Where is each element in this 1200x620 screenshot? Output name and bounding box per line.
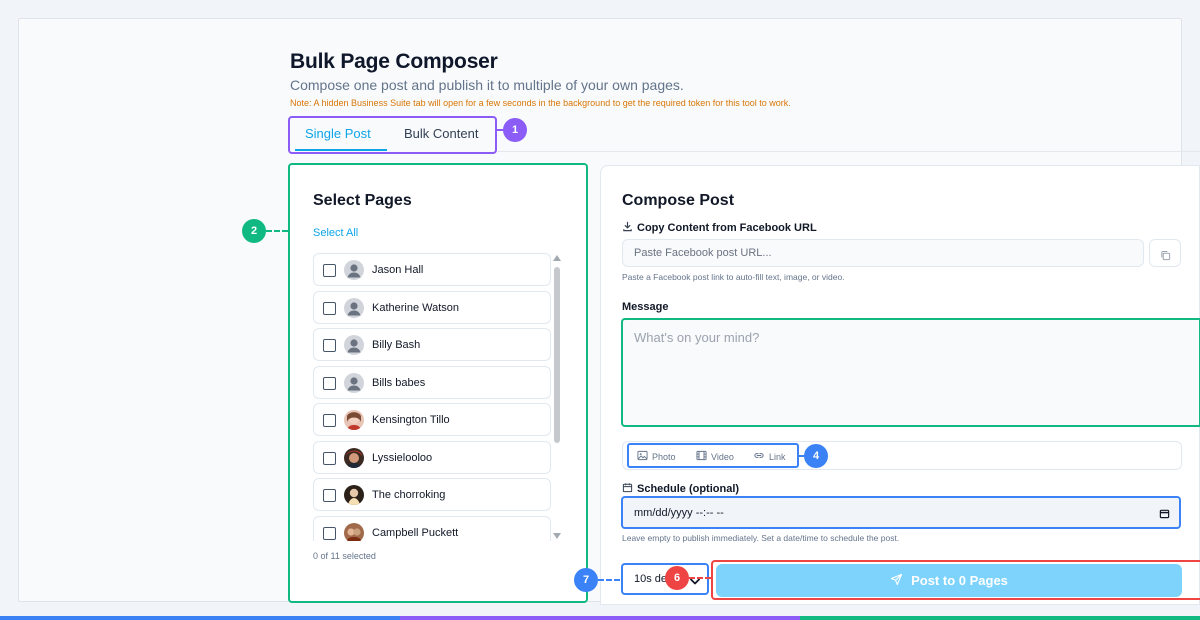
page-name: Jason Hall [372, 264, 424, 276]
page-name: Kensington Tillo [372, 414, 450, 426]
marker-connector-4 [798, 455, 806, 457]
avatar-photo [344, 447, 364, 468]
selected-count: 0 of 11 selected [313, 551, 376, 561]
message-label: Message [622, 301, 669, 313]
download-icon [622, 221, 633, 235]
compose-post-panel: Compose Post Copy Content from Facebook … [600, 165, 1200, 605]
person-icon [344, 297, 364, 318]
page-name: Katherine Watson [372, 301, 460, 314]
scroll-up-arrow-icon[interactable] [553, 255, 561, 261]
page-item[interactable]: Bills babes [313, 365, 551, 399]
schedule-hint: Leave empty to publish immediately. Set … [622, 533, 900, 543]
photo-icon [637, 450, 648, 463]
page-checkbox[interactable] [323, 301, 336, 315]
active-tab-indicator [295, 149, 387, 151]
page-item[interactable]: Lyssielooloo [313, 440, 551, 474]
page-list-scrollbar[interactable] [553, 255, 561, 539]
marker-connector-7 [598, 579, 620, 581]
token-note: Note: A hidden Business Suite tab will o… [290, 98, 791, 108]
page-checkbox[interactable] [323, 451, 336, 465]
link-label: Link [769, 451, 786, 462]
calendar-icon [622, 482, 633, 496]
tab-single-post[interactable]: Single Post [305, 126, 371, 141]
page-checkbox[interactable] [323, 489, 336, 502]
step-marker-6: 6 [665, 566, 689, 590]
copy-icon [1160, 248, 1171, 266]
bottom-accent-green [800, 616, 1200, 620]
page-name: Bills babes [372, 376, 426, 389]
marker-connector-2 [266, 230, 288, 232]
page-name: The chorroking [372, 489, 446, 501]
bottom-accent-purple [400, 616, 800, 620]
page-item[interactable]: Jason Hall [313, 253, 551, 286]
page-checkbox[interactable] [323, 526, 336, 540]
send-icon [890, 573, 903, 589]
tab-bulk-content[interactable]: Bulk Content [404, 126, 478, 141]
copy-content-label-text: Copy Content from Facebook URL [637, 222, 817, 234]
page-name: Billy Bash [372, 339, 421, 351]
page-checkbox[interactable] [323, 264, 336, 277]
link-button[interactable]: Link [753, 450, 786, 463]
person-icon [344, 372, 364, 393]
video-button[interactable]: Video [696, 450, 734, 463]
compose-title: Compose Post [622, 192, 735, 209]
copy-content-label: Copy Content from Facebook URL [622, 221, 817, 235]
page-subtitle: Compose one post and publish it to multi… [290, 77, 684, 93]
paste-button[interactable] [1149, 239, 1181, 267]
select-pages-title: Select Pages [313, 192, 412, 209]
delay-value: 10s de [634, 573, 668, 585]
post-button-highlight: Post to 0 Pages [711, 560, 1200, 600]
page-item[interactable]: The chorroking [313, 478, 551, 511]
schedule-datetime-input[interactable]: mm/dd/yyyy --:-- -- [621, 496, 1181, 529]
calendar-picker-icon[interactable] [1159, 508, 1170, 522]
step-marker-1: 1 [503, 118, 527, 142]
step-marker-4: 4 [804, 444, 828, 468]
page-name: Campbell Puckett [372, 526, 459, 539]
page-name: Lyssielooloo [372, 451, 433, 464]
scroll-thumb[interactable] [554, 267, 560, 443]
schedule-label-text: Schedule (optional) [637, 483, 740, 495]
post-button-label: Post to 0 Pages [911, 573, 1008, 588]
page-item[interactable]: Kensington Tillo [313, 403, 551, 436]
person-icon [344, 260, 364, 280]
scroll-down-arrow-icon[interactable] [553, 533, 561, 539]
attachment-row: Photo Video Link [622, 441, 1182, 470]
page-checkbox[interactable] [323, 414, 336, 427]
page-item[interactable]: Katherine Watson [313, 290, 551, 324]
link-icon [753, 450, 765, 463]
page-item[interactable]: Billy Bash [313, 328, 551, 361]
page-list: Jason Hall Katherine Watson Billy Bash B… [313, 253, 551, 541]
schedule-value: mm/dd/yyyy --:-- -- [634, 507, 724, 519]
step-marker-2: 2 [242, 219, 266, 243]
page-checkbox[interactable] [323, 339, 336, 352]
select-all-link[interactable]: Select All [313, 227, 358, 239]
message-textarea[interactable]: What's on your mind? [621, 318, 1200, 427]
step-marker-7: 7 [574, 568, 598, 592]
page-title: Bulk Page Composer [290, 50, 498, 73]
page-item[interactable]: Campbell Puckett [313, 515, 551, 541]
photo-button[interactable]: Photo [637, 450, 676, 463]
bottom-accent-blue [0, 616, 400, 620]
video-label: Video [711, 451, 734, 462]
avatar-photo [344, 410, 364, 430]
page-checkbox[interactable] [323, 376, 336, 390]
select-pages-panel: Select Pages Select All Jason Hall Kathe… [288, 163, 588, 603]
person-icon [344, 335, 364, 355]
avatar-photo [344, 522, 364, 541]
url-hint: Paste a Facebook post link to auto-fill … [622, 272, 845, 282]
tabs-divider [497, 151, 1200, 152]
tab-bar: Single Post Bulk Content [288, 116, 497, 154]
avatar-photo [344, 485, 364, 505]
schedule-label: Schedule (optional) [622, 482, 739, 496]
photo-label: Photo [652, 451, 676, 462]
attachment-buttons: Photo Video Link [627, 443, 799, 468]
post-button[interactable]: Post to 0 Pages [716, 564, 1182, 597]
facebook-url-input[interactable]: Paste Facebook post URL... [622, 239, 1144, 267]
marker-connector-6 [689, 577, 711, 579]
video-icon [696, 450, 707, 463]
